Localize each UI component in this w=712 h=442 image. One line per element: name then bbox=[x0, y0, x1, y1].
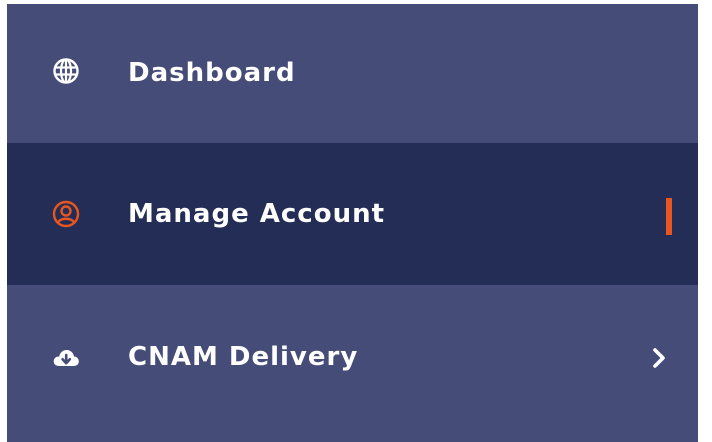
user-circle-icon bbox=[51, 199, 81, 229]
sidebar-item-dashboard[interactable]: Dashboard bbox=[7, 4, 698, 143]
sidebar-item-label: Manage Account bbox=[128, 199, 386, 229]
sidebar-bottom bbox=[7, 430, 698, 442]
sidebar-item-cnam-delivery[interactable]: CNAM Delivery bbox=[7, 285, 698, 430]
sidebar-nav: Dashboard Manage Account CNAM Delivery bbox=[7, 4, 698, 442]
cloud-download-icon bbox=[51, 343, 81, 373]
sidebar-item-manage-account[interactable]: Manage Account bbox=[7, 143, 698, 285]
sidebar-item-label: Dashboard bbox=[128, 58, 296, 88]
sidebar-item-label: CNAM Delivery bbox=[128, 342, 359, 372]
chevron-right-icon bbox=[649, 347, 669, 369]
active-indicator bbox=[666, 198, 672, 235]
globe-icon bbox=[51, 56, 81, 86]
